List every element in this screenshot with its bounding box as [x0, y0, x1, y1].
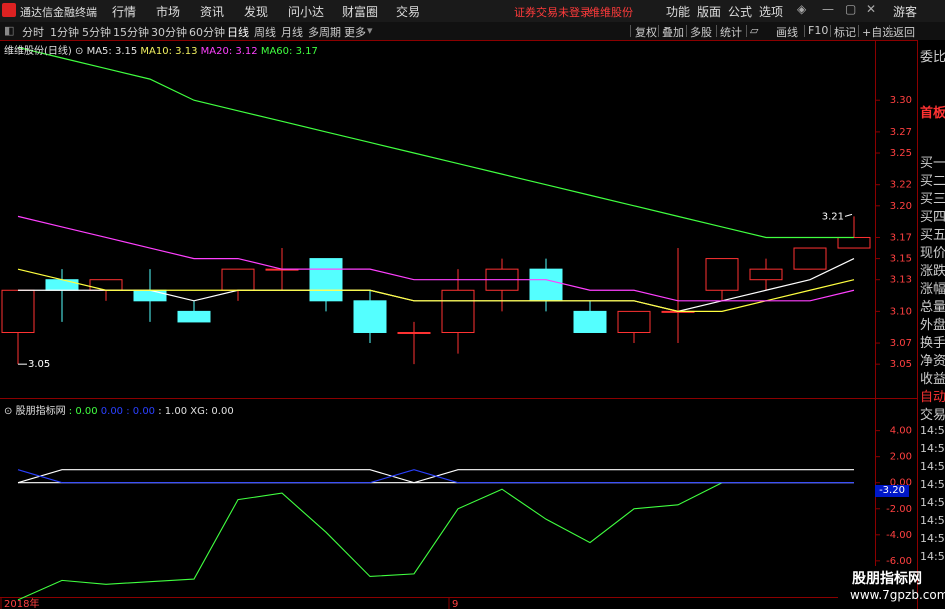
main-legend-title: 维维股份(日线): [4, 46, 72, 57]
price-axis: 3.30 3.27 3.25 3.22 3.20 3.17 3.15 3.13 3.10 3.07…: [0, 95, 912, 609]
side-panel-item: 14:56: [920, 424, 945, 437]
sub-legend-title: 股朋指标网: [15, 406, 66, 417]
sub-value-label: -3.20: [875, 485, 909, 497]
side-panel-item: 涨幅: [920, 282, 945, 297]
main-legend: 维维股份(日线) ⊙ MA5: 3.15 MA10: 3.13 MA20: 3.…: [4, 42, 318, 57]
side-panel-item: 14:56: [920, 460, 945, 473]
candle-body: [529, 268, 563, 302]
candle-body: [573, 310, 607, 333]
sub-legend-v3: : 0.00: [126, 406, 156, 417]
price-tick-label: 3.05: [890, 359, 912, 370]
watermark-line2: www.7gpzb.com: [850, 588, 945, 602]
candle-body: [309, 258, 343, 302]
side-panel-item: 14:56: [920, 478, 945, 491]
side-panel-item: 买三: [920, 192, 945, 207]
low-price-label: 3.05: [28, 359, 50, 370]
candle-body: [793, 247, 827, 270]
sub-legend: ⊙ 股朋指标网 : 0.00 0.00 : 0.00 : 1.00 XG: 0.…: [4, 402, 234, 417]
side-panel-item: 14:56: [920, 550, 945, 563]
sub-legend-v1: : 0.00: [68, 406, 98, 417]
side-panel-item: 14:56: [920, 442, 945, 455]
side-panel-item: 买一: [920, 156, 945, 171]
price-tick-label: 3.25: [890, 148, 912, 159]
quote-side-panel: 委比首板买一买二买三买四买五现价涨跌涨幅总量外盘换手净资收益自动交易14:561…: [917, 40, 945, 609]
candle-body: [177, 310, 211, 323]
side-panel-item: 收益: [920, 372, 945, 387]
price-tick-label: 3.13: [890, 275, 912, 286]
side-panel-item: 14:56: [920, 532, 945, 545]
indicator-tick-label: 2.00: [890, 452, 912, 463]
side-panel-item: 14:56: [920, 496, 945, 509]
candle-body: [89, 279, 123, 291]
candle-body: [45, 279, 79, 291]
side-panel-item: 委比: [920, 50, 945, 65]
legend-ma60: MA60: 3.17: [260, 46, 318, 57]
side-panel-item: 买二: [920, 174, 945, 189]
candle-body: [221, 268, 255, 291]
candle-body: [353, 300, 387, 333]
indicator-chart[interactable]: [17, 469, 854, 601]
kline-chart[interactable]: 3.21 3.05: [1, 46, 871, 370]
price-tick-label: 3.17: [890, 232, 912, 243]
candle-body: [749, 268, 783, 281]
watermark: 股朋指标网 www.7gpzb.com: [838, 566, 945, 609]
side-panel-item: 14:56: [920, 514, 945, 527]
candle-body: [837, 236, 871, 249]
candle-body: [705, 258, 739, 291]
indicator-line-blue: [17, 469, 854, 484]
side-panel-item: 换手: [920, 336, 945, 351]
high-price-label: 3.21: [822, 211, 844, 222]
side-panel-item: 现价: [920, 246, 945, 261]
candle-body: [1, 289, 35, 333]
side-panel-item[interactable]: 交易: [920, 404, 945, 423]
sub-legend-xg: XG: 0.00: [190, 406, 234, 417]
time-axis-label: 2018年: [4, 597, 39, 609]
legend-toggle-icon[interactable]: ⊙: [75, 46, 83, 57]
price-tick-label: 3.20: [890, 201, 912, 212]
price-tick-label: 3.30: [890, 95, 912, 106]
watermark-line1: 股朋指标网: [852, 571, 922, 587]
price-tick-label: 3.10: [890, 306, 912, 317]
price-tick-label: 3.22: [890, 180, 912, 191]
indicator-line-xg: [17, 482, 723, 601]
side-panel-item[interactable]: 自动: [920, 386, 945, 405]
side-panel-item: 总量: [920, 300, 945, 315]
legend-ma20: MA20: 3.12: [200, 46, 258, 57]
price-tick-label: 3.27: [890, 127, 912, 138]
side-panel-item: 首板: [920, 106, 945, 121]
ma-line-ma60: [17, 46, 854, 239]
high-arrow: [844, 213, 853, 217]
side-panel-item: 外盘: [920, 318, 945, 333]
indicator-tick-label: -2.00: [886, 504, 912, 515]
legend-toggle-icon[interactable]: ⊙: [4, 406, 12, 417]
side-panel-item: 买五: [920, 228, 945, 243]
legend-ma10: MA10: 3.13: [140, 46, 198, 57]
price-tick-label: 3.07: [890, 338, 912, 349]
candle-body: [397, 331, 431, 334]
candle-body: [441, 289, 475, 333]
sub-legend-v4: : 1.00: [158, 406, 188, 417]
time-axis-label: 9: [452, 599, 458, 609]
side-panel-item: 涨跌: [920, 264, 945, 279]
candle-body: [617, 310, 651, 333]
price-tick-label: 3.15: [890, 254, 912, 265]
chart-area[interactable]: 3.21 3.05 3.30 3.27 3.25 3.22 3.20 3.17 3.15 3.1…: [0, 0, 917, 609]
indicator-tick-label: -4.00: [886, 530, 912, 541]
side-panel-item: 净资: [920, 354, 945, 369]
sub-legend-v2: 0.00: [100, 406, 124, 417]
legend-ma5: MA5: 3.15: [86, 46, 138, 57]
side-panel-item: 买四: [920, 210, 945, 225]
indicator-tick-label: 4.00: [890, 426, 912, 437]
candle-body: [133, 289, 167, 302]
